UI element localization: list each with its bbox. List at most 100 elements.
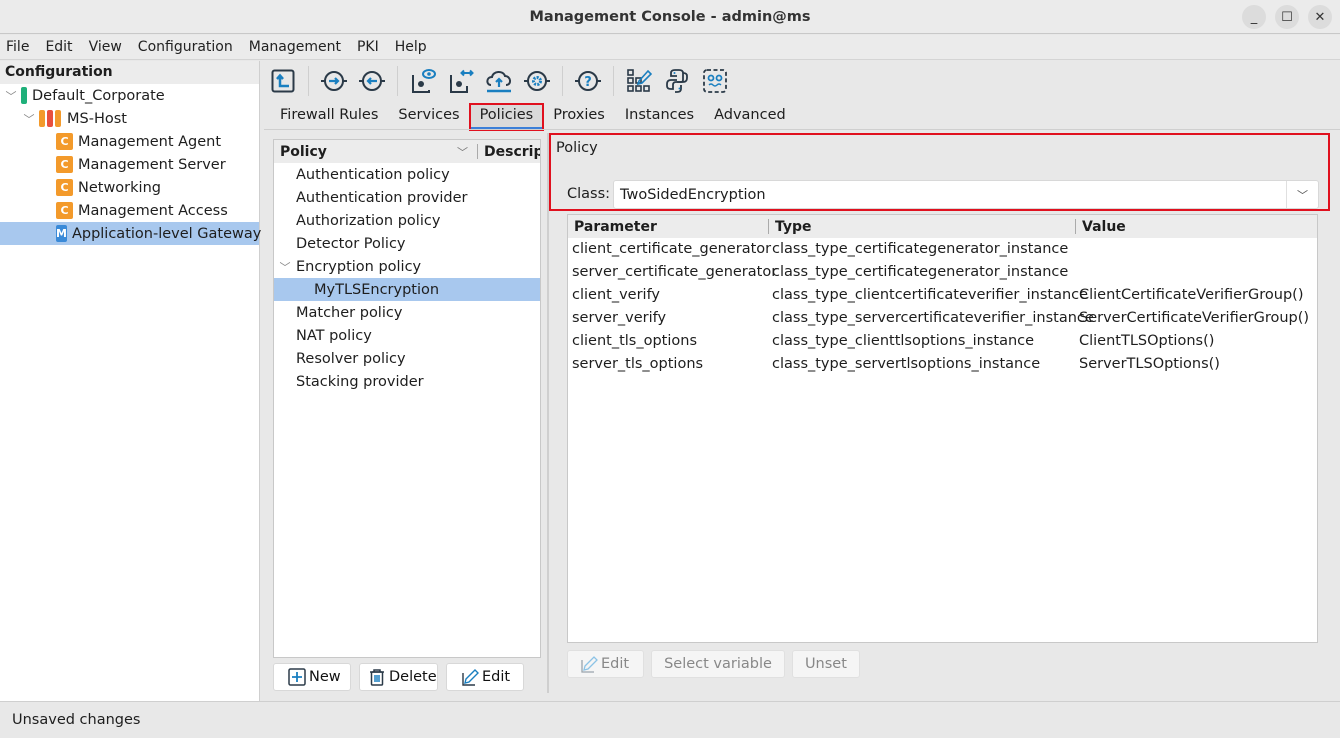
column-header-parameter[interactable]: Parameter: [574, 219, 657, 235]
edit-policy-button[interactable]: Edit: [446, 663, 524, 691]
table-row[interactable]: client_tls_options class_type_clienttlso…: [568, 330, 1317, 353]
cell-value: ServerCertificateVerifierGroup(): [1079, 310, 1310, 326]
class-select-value: TwoSidedEncryption: [620, 186, 766, 203]
settings-icon[interactable]: [522, 66, 552, 96]
cell-type: class_type_clientcertificateverifier_ins…: [772, 287, 1089, 303]
cell-type: class_type_certificategenerator_instance: [772, 241, 1069, 257]
policy-item-label: Detector Policy: [296, 235, 406, 252]
column-header-policy[interactable]: Policy: [274, 144, 474, 160]
policy-item-label: Matcher policy: [296, 304, 403, 321]
help-icon[interactable]: ?: [573, 66, 603, 96]
tab-divider: [264, 129, 1340, 130]
class-select[interactable]: TwoSidedEncryption ﹀: [613, 180, 1319, 209]
table-row[interactable]: client_verify class_type_clientcertifica…: [568, 284, 1317, 307]
chevron-down-icon[interactable]: ﹀: [278, 259, 292, 275]
column-header-type[interactable]: Type: [775, 219, 812, 235]
tab-firewall-rules[interactable]: Firewall Rules: [270, 104, 388, 130]
menu-edit[interactable]: Edit: [45, 39, 72, 55]
module-icon: M: [56, 225, 67, 242]
view-config-icon[interactable]: [408, 66, 438, 96]
cell-type: class_type_servertlsoptions_instance: [772, 356, 1041, 372]
compare-config-icon[interactable]: [446, 66, 476, 96]
cell-value: ServerTLSOptions(): [1079, 356, 1220, 372]
policy-group-label: Policy: [556, 140, 598, 156]
tree-item-management-server[interactable]: C Management Server: [0, 153, 259, 176]
tab-services[interactable]: Services: [388, 104, 469, 130]
menu-management[interactable]: Management: [249, 39, 341, 55]
minimize-button[interactable]: _: [1242, 5, 1266, 29]
component-icon: C: [56, 156, 73, 173]
tree-item-label: Default_Corporate: [32, 87, 165, 104]
tree-item-ms-host[interactable]: ﹀ MS-Host: [0, 107, 259, 130]
plus-icon: [288, 668, 306, 686]
tree-item-label: Application-level Gateway: [71, 225, 262, 242]
table-row[interactable]: server_certificate_generator class_type_…: [568, 261, 1317, 284]
chevron-down-icon[interactable]: ﹀: [1286, 181, 1318, 208]
tab-instances[interactable]: Instances: [615, 104, 704, 130]
configuration-tree-header: Configuration: [0, 61, 259, 84]
svg-text:?: ?: [584, 75, 592, 90]
menu-help[interactable]: Help: [395, 39, 427, 55]
edit-grid-icon[interactable]: [624, 66, 654, 96]
policy-item-label: Stacking provider: [296, 373, 424, 390]
policy-item[interactable]: Authentication policy: [274, 163, 540, 186]
upload-to-parent-icon[interactable]: [268, 66, 298, 96]
tree-item-application-level-gateway[interactable]: M Application-level Gateway: [0, 222, 262, 245]
tab-advanced[interactable]: Advanced: [704, 104, 796, 130]
component-icon: C: [56, 133, 73, 150]
close-button[interactable]: ✕: [1308, 5, 1332, 29]
tab-proxies[interactable]: Proxies: [543, 104, 615, 130]
policy-list: Policy ﹀ Descript Authentication policy …: [273, 139, 541, 658]
host-icon: [39, 110, 63, 127]
policy-item[interactable]: Stacking provider: [274, 370, 540, 393]
tree-item-default-corporate[interactable]: ﹀ Default_Corporate: [0, 84, 259, 107]
maximize-button[interactable]: ☐: [1275, 5, 1299, 29]
minimize-icon: _: [1250, 9, 1258, 25]
column-header-description[interactable]: Descript: [484, 144, 540, 160]
status-bar: Unsaved changes: [0, 701, 1340, 738]
unset-button[interactable]: Unset: [791, 650, 860, 678]
chevron-down-icon[interactable]: ﹀: [4, 88, 18, 104]
status-text: Unsaved changes: [12, 712, 141, 728]
new-policy-button[interactable]: New: [273, 663, 351, 691]
policy-item[interactable]: Authentication provider: [274, 186, 540, 209]
policy-item-label: NAT policy: [296, 327, 372, 344]
policy-item-encryption[interactable]: ﹀ Encryption policy: [274, 255, 540, 278]
menu-configuration[interactable]: Configuration: [138, 39, 233, 55]
menu-view[interactable]: View: [89, 39, 122, 55]
table-row[interactable]: client_certificate_generator class_type_…: [568, 238, 1317, 261]
tree-item-label: Management Server: [78, 156, 226, 173]
policy-item-selected[interactable]: MyTLSEncryption: [274, 278, 540, 301]
cloud-upload-icon[interactable]: [484, 66, 514, 96]
column-separator[interactable]: [1075, 219, 1076, 234]
close-icon: ✕: [1314, 9, 1326, 25]
tree-item-management-access[interactable]: C Management Access: [0, 199, 259, 222]
policy-item[interactable]: NAT policy: [274, 324, 540, 347]
policy-item-label: Authentication policy: [296, 166, 450, 183]
tab-policies[interactable]: Policies: [468, 103, 545, 131]
export-icon[interactable]: [357, 66, 387, 96]
policy-list-actions: New Delete Edit: [273, 663, 524, 691]
select-variable-button[interactable]: Select variable: [651, 650, 785, 678]
column-separator[interactable]: [477, 144, 478, 159]
column-separator[interactable]: [768, 219, 769, 234]
policy-item[interactable]: Matcher policy: [274, 301, 540, 324]
policy-item[interactable]: Authorization policy: [274, 209, 540, 232]
delete-policy-button[interactable]: Delete: [359, 663, 438, 691]
policy-item[interactable]: Detector Policy: [274, 232, 540, 255]
tree-item-management-agent[interactable]: C Management Agent: [0, 130, 259, 153]
column-header-value[interactable]: Value: [1082, 219, 1126, 235]
policy-item[interactable]: Resolver policy: [274, 347, 540, 370]
tree-item-networking[interactable]: C Networking: [0, 176, 259, 199]
cell-type: class_type_servercertificateverifier_ins…: [772, 310, 1094, 326]
menu-file[interactable]: File: [6, 39, 29, 55]
pane-splitter[interactable]: [547, 133, 549, 693]
menu-pki[interactable]: PKI: [357, 39, 379, 55]
robot-icon[interactable]: [700, 66, 730, 96]
table-row[interactable]: server_tls_options class_type_servertlso…: [568, 353, 1317, 376]
python-icon[interactable]: [662, 66, 692, 96]
import-icon[interactable]: [319, 66, 349, 96]
edit-parameter-button[interactable]: Edit: [567, 650, 645, 678]
chevron-down-icon[interactable]: ﹀: [22, 111, 36, 127]
table-row[interactable]: server_verify class_type_servercertifica…: [568, 307, 1317, 330]
